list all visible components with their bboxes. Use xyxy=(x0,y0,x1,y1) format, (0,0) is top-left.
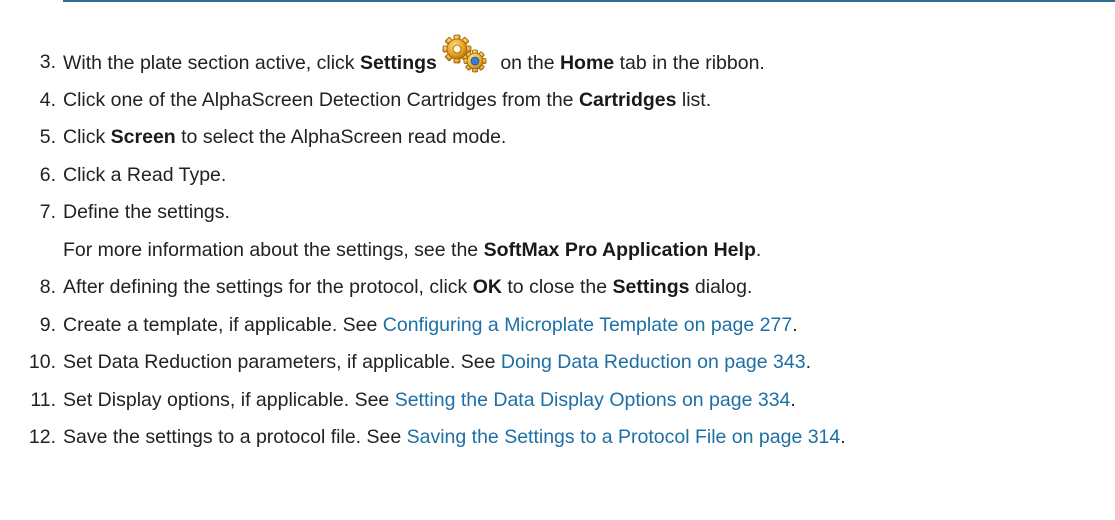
step-text: With the plate section active, click Set… xyxy=(63,34,765,84)
step-4: 4. Click one of the AlphaScreen Detectio… xyxy=(0,82,1115,120)
step-text: Click Screen to select the AlphaScreen r… xyxy=(63,119,506,157)
step-text: Click one of the AlphaScreen Detection C… xyxy=(63,82,711,120)
link-saving-settings[interactable]: Saving the Settings to a Protocol File o… xyxy=(407,426,841,448)
link-display-options[interactable]: Setting the Data Display Options on page… xyxy=(395,389,791,411)
text-run: Click a Read Type. xyxy=(63,163,227,186)
step-text: Define the settings. xyxy=(63,194,230,232)
text-run: Create a template, if applicable. See xyxy=(63,313,383,336)
step-number: 10. xyxy=(28,351,56,373)
step-text: Save the settings to a protocol file. Se… xyxy=(63,419,846,457)
ui-term-settings: Settings xyxy=(612,276,690,298)
step-11: 11. Set Display options, if applicable. … xyxy=(0,382,1115,420)
step-text: After defining the settings for the prot… xyxy=(63,269,752,307)
header-rule xyxy=(63,0,1115,2)
text-run: . xyxy=(805,351,811,373)
text-run: Set Display options, if applicable. See xyxy=(63,388,395,411)
step-text: Create a template, if applicable. See Co… xyxy=(63,307,798,345)
text-run: With the plate section active, click xyxy=(63,52,360,75)
text-run: Save the settings to a protocol file. Se… xyxy=(63,426,407,448)
step-3: 3. With the plate section active, click … xyxy=(0,34,1115,84)
text-run: Click xyxy=(63,126,111,148)
ui-term-home: Home xyxy=(559,52,615,75)
ui-term-settings: Settings xyxy=(359,52,437,75)
step-12: 12. Save the settings to a protocol file… xyxy=(0,419,1115,457)
ui-term-ok: OK xyxy=(472,276,502,298)
step-number: 7. xyxy=(39,201,56,223)
step-number: 9. xyxy=(39,313,56,336)
text-run: on the xyxy=(494,52,560,75)
step-7: 7. Define the settings. xyxy=(0,194,1115,232)
step-8: 8. After defining the settings for the p… xyxy=(0,269,1115,307)
text-run: to select the AlphaScreen read mode. xyxy=(175,126,507,148)
step-number: 5. xyxy=(39,126,56,148)
step-number: 8. xyxy=(39,276,56,298)
text-run: list. xyxy=(676,88,712,111)
text-run: After defining the settings for the prot… xyxy=(63,276,473,298)
step-text: Click a Read Type. xyxy=(63,157,226,195)
text-run: tab in the ribbon. xyxy=(614,52,765,75)
step-7-note: For more information about the settings,… xyxy=(0,232,1115,270)
text-run: Set Data Reduction parameters, if applic… xyxy=(63,351,501,373)
procedure-steps: 3. With the plate section active, click … xyxy=(0,34,1115,457)
ui-term-screen: Screen xyxy=(110,126,176,148)
text-run: . xyxy=(840,426,846,448)
ui-term-help: SoftMax Pro Application Help xyxy=(483,238,756,261)
text-run: Click one of the AlphaScreen Detection C… xyxy=(63,88,579,111)
step-10: 10. Set Data Reduction parameters, if ap… xyxy=(0,344,1115,382)
step-text: Set Display options, if applicable. See … xyxy=(63,382,796,420)
text-run: . xyxy=(755,238,762,261)
text-run: For more information about the settings,… xyxy=(63,238,484,261)
step-text: Set Data Reduction parameters, if applic… xyxy=(63,344,811,382)
link-configuring-template[interactable]: Configuring a Microplate Template on pag… xyxy=(383,314,792,336)
step-5: 5. Click Screen to select the AlphaScree… xyxy=(0,119,1115,157)
gears-settings-icon xyxy=(439,34,491,74)
step-number: 12. xyxy=(28,426,56,448)
step-number: 4. xyxy=(39,88,56,111)
text-run: dialog. xyxy=(689,276,753,298)
link-data-reduction[interactable]: Doing Data Reduction on page 343 xyxy=(501,351,806,373)
text-run: . xyxy=(790,388,796,411)
step-number: 11. xyxy=(30,388,56,411)
ui-term-cartridges: Cartridges xyxy=(578,88,677,111)
step-6: 6. Click a Read Type. xyxy=(0,157,1115,195)
step-9: 9. Create a template, if applicable. See… xyxy=(0,307,1115,345)
note-text: For more information about the settings,… xyxy=(63,232,761,270)
text-run: Define the settings. xyxy=(63,201,230,223)
text-run: to close the xyxy=(501,276,613,298)
step-number: 6. xyxy=(39,163,56,186)
step-number: 3. xyxy=(39,51,56,73)
text-run: . xyxy=(792,313,798,336)
